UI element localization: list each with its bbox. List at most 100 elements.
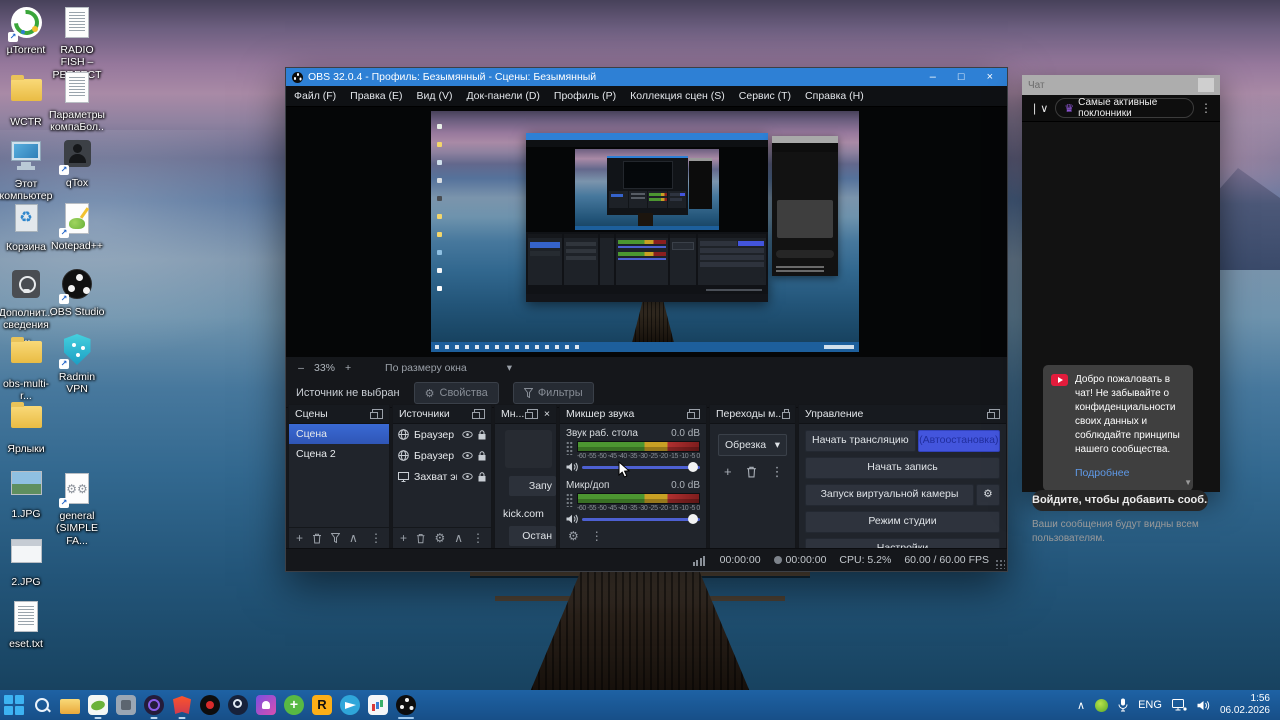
obs-titlebar[interactable]: OBS 32.0.4 - Профиль: Безымянный - Сцены… <box>286 68 1007 86</box>
close-dock-button[interactable]: × <box>544 408 550 420</box>
add-transition-button[interactable]: + <box>724 464 732 480</box>
taskbar-rockstar[interactable]: R <box>308 690 336 720</box>
eye-icon[interactable] <box>462 431 473 438</box>
desktop-icon-parametry[interactable]: Параметры компаБол... <box>49 71 105 146</box>
language-indicator[interactable]: ENG <box>1138 699 1162 711</box>
taskbar-file-explorer[interactable] <box>56 690 84 720</box>
maximize-button[interactable]: □ <box>958 71 965 83</box>
learn-more-link[interactable]: Подробнее <box>1075 466 1185 481</box>
desktop-icon-wctr[interactable]: WCTR <box>0 71 54 128</box>
menu-item[interactable]: Профиль (Р) <box>554 90 616 102</box>
source-item[interactable]: Захват эк <box>393 466 491 487</box>
antivirus-tray-icon[interactable] <box>1095 698 1109 712</box>
menu-item[interactable]: Сервис (Т) <box>739 90 791 102</box>
drag-grip-icon[interactable] <box>566 441 573 455</box>
scene-item-selected[interactable]: Сцена <box>289 424 389 444</box>
remove-transition-button[interactable] <box>746 466 757 478</box>
scene-up-button[interactable]: ∧ <box>349 531 358 545</box>
desktop-icon-qtox[interactable]: qTox <box>49 137 105 189</box>
scenes-menu-button[interactable]: ⋮ <box>370 531 382 545</box>
popout-icon[interactable] <box>370 409 383 419</box>
add-source-button[interactable]: + <box>400 531 407 545</box>
zoom-in-button[interactable]: + <box>343 362 353 374</box>
desktop-icon-1jpg[interactable]: 1.JPG <box>0 466 54 520</box>
source-item[interactable]: Браузер <box>393 445 491 466</box>
zoom-fit-dropdown[interactable]: По размеру окна ▾ <box>385 362 512 374</box>
virtual-camera-button[interactable]: Запуск виртуальной камеры <box>805 484 974 506</box>
taskbar-tor[interactable] <box>140 690 168 720</box>
network-icon[interactable] <box>1171 699 1187 711</box>
menu-item[interactable]: Правка (Е) <box>350 90 402 102</box>
multi-start-button[interactable]: Запу <box>509 476 556 496</box>
volume-slider-handle[interactable] <box>688 462 698 472</box>
desktop-icon-yarlyki[interactable]: Ярлыки <box>0 398 54 455</box>
add-scene-button[interactable]: + <box>296 531 303 545</box>
source-properties-button[interactable]: ⚙ <box>434 531 445 545</box>
desktop-icon-utorrent[interactable]: µTorrent <box>0 6 54 56</box>
volume-slider[interactable] <box>582 514 700 524</box>
microphone-icon[interactable] <box>1118 698 1128 712</box>
popout-icon[interactable] <box>524 409 538 419</box>
obs-preview[interactable] <box>286 107 1007 357</box>
taskbar-stats-app[interactable] <box>364 690 392 720</box>
desktop-icon-radmin-vpn[interactable]: Radmin VPN <box>49 333 105 396</box>
taskbar-notepad[interactable] <box>84 690 112 720</box>
desktop-icon-this-pc[interactable]: Этот компьютер <box>0 137 54 203</box>
taskbar-telegram[interactable] <box>336 690 364 720</box>
collapse-chat-icon[interactable]: ❘∨ <box>1030 102 1049 115</box>
taskbar-clock[interactable]: 1:56 06.02.2026 <box>1220 693 1270 718</box>
taskbar-search[interactable] <box>28 690 56 720</box>
popout-icon[interactable] <box>987 409 1000 419</box>
desktop-icon-notepad[interactable]: Notepad++ <box>49 202 105 252</box>
resize-grip[interactable] <box>995 559 1005 569</box>
desktop-icon-recycle-bin[interactable]: ♻ Корзина <box>0 202 54 253</box>
autostop-button[interactable]: (Автоостановка) <box>917 430 1000 452</box>
desktop-icon-general[interactable]: ⚙⚙ general (SIMPLE FA... <box>49 472 105 547</box>
taskbar-brave[interactable] <box>168 690 196 720</box>
multi-stop-button[interactable]: Остан <box>509 526 556 546</box>
top-fans-filter[interactable]: ♛ Самые активные поклонники <box>1055 97 1194 119</box>
minimize-button[interactable]: – <box>930 71 936 83</box>
close-button[interactable]: × <box>987 71 993 83</box>
virtual-camera-settings-button[interactable]: ⚙ <box>976 484 1000 506</box>
drag-grip-icon[interactable] <box>566 493 573 507</box>
menu-item[interactable]: Док-панели (D) <box>466 90 539 102</box>
lock-icon[interactable] <box>478 450 486 461</box>
taskbar-steam[interactable] <box>224 690 252 720</box>
start-button[interactable] <box>0 690 28 720</box>
chevron-down-icon[interactable]: ▼ <box>1184 478 1192 487</box>
start-streaming-button[interactable]: Начать трансляцию <box>805 430 916 452</box>
scene-filters-button[interactable] <box>331 533 341 543</box>
speaker-icon[interactable] <box>1197 700 1210 711</box>
scene-item[interactable]: Сцена 2 <box>289 444 389 464</box>
mixer-menu-button[interactable]: ⋮ <box>591 529 603 543</box>
sources-menu-button[interactable]: ⋮ <box>472 531 484 545</box>
zoom-out-button[interactable]: – <box>296 362 306 374</box>
taskbar-antivirus[interactable] <box>280 690 308 720</box>
transition-select[interactable]: Обрезка ▾ <box>718 434 787 456</box>
sign-in-button[interactable]: Войдите, чтобы добавить сооб... <box>1032 490 1208 511</box>
taskbar-messenger[interactable] <box>252 690 280 720</box>
menu-item[interactable]: Вид (V) <box>417 90 453 102</box>
menu-item[interactable]: Справка (Н) <box>805 90 864 102</box>
popout-icon[interactable] <box>782 409 790 419</box>
taskbar-app-gray[interactable] <box>112 690 140 720</box>
studio-mode-button[interactable]: Режим студии <box>805 511 1000 533</box>
start-recording-button[interactable]: Начать запись <box>805 457 1000 479</box>
transition-menu-button[interactable]: ⋮ <box>771 464 784 480</box>
source-up-button[interactable]: ∧ <box>454 531 463 545</box>
popout-icon[interactable] <box>687 409 700 419</box>
menu-item[interactable]: Файл (F) <box>294 90 336 102</box>
lock-icon[interactable] <box>478 471 486 482</box>
tray-overflow-chevron[interactable]: ∧ <box>1077 699 1085 712</box>
chat-menu-button[interactable]: ⋮ <box>1200 101 1212 115</box>
speaker-icon[interactable] <box>566 462 578 472</box>
desktop-icon-obs-studio[interactable]: OBS Studio <box>49 267 105 318</box>
filters-button[interactable]: Фильтры <box>512 382 594 404</box>
taskbar-obs[interactable] <box>392 690 420 720</box>
desktop-icon-2jpg[interactable]: 2.JPG <box>0 534 54 588</box>
remove-source-button[interactable] <box>416 533 425 544</box>
popout-icon[interactable] <box>472 409 485 419</box>
menu-item[interactable]: Коллекция сцен (S) <box>630 90 725 102</box>
desktop-icon-obs-multi[interactable]: obs-multi-r... <box>0 333 54 403</box>
